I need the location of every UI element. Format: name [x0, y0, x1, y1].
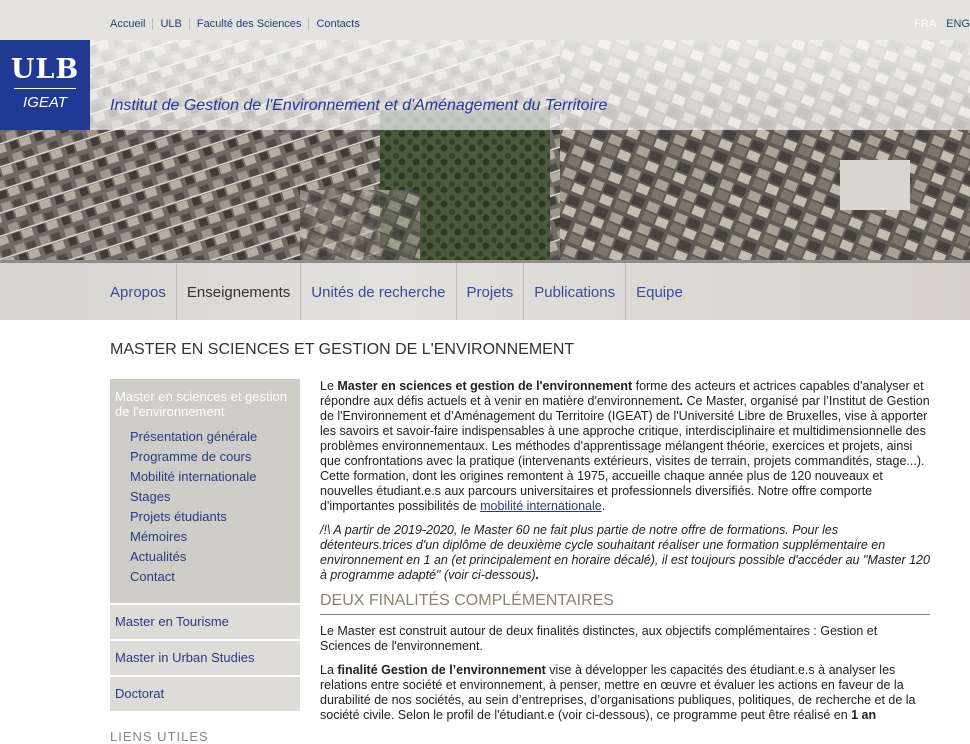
- sidebar-active-section: Master en sciences et gestion de l'envir…: [110, 379, 300, 603]
- logo-divider: [14, 88, 76, 89]
- nav-projets[interactable]: Projets: [455, 263, 524, 320]
- sidebar-sublink-memoires[interactable]: Mémoires: [115, 527, 295, 547]
- top-link-faculte[interactable]: Faculté des Sciences: [188, 18, 309, 30]
- nav-enseignements[interactable]: Enseignements: [175, 263, 300, 320]
- sidebar-sublink-actualites[interactable]: Actualités: [115, 547, 295, 567]
- sidebar-useful-links-heading: LIENS UTILES: [110, 729, 209, 744]
- nav-publications[interactable]: Publications: [523, 263, 625, 320]
- logo-ulb-text: ULB: [10, 54, 80, 85]
- top-link-accueil[interactable]: Accueil: [110, 18, 152, 30]
- nav-unites-de-recherche[interactable]: Unités de recherche: [300, 263, 455, 320]
- intro-text-a: Le: [320, 379, 338, 393]
- finalites-paragraph: Le Master est construit autour de deux f…: [320, 624, 878, 653]
- lang-eng[interactable]: ENG: [936, 18, 970, 30]
- notice-end: .: [535, 568, 540, 582]
- sidebar-item-urban-studies[interactable]: Master in Urban Studies: [110, 641, 300, 675]
- main-content: Le Master en sciences et gestion de l'en…: [320, 379, 930, 732]
- nav-equipe[interactable]: Equipe: [625, 263, 693, 320]
- top-links: Accueil ULB Faculté des Sciences Contact…: [110, 18, 367, 30]
- sidebar: Master en sciences et gestion de l'envir…: [110, 379, 300, 744]
- title-strip: [0, 40, 970, 130]
- notice-text: A partir de 2019-2020, le Master 60 ne f…: [320, 523, 930, 582]
- main-nav: Apropos Enseignements Unités de recherch…: [0, 260, 970, 320]
- sidebar-sublink-presentation[interactable]: Présentation générale: [115, 427, 295, 447]
- lang-fra[interactable]: FRA: [904, 18, 936, 30]
- top-link-ulb[interactable]: ULB: [152, 18, 188, 30]
- header-banner: ULB IGEAT Institut de Gestion de l'Envir…: [0, 40, 970, 260]
- gestion-paragraph: La finalité Gestion de l’environnement v…: [320, 663, 930, 723]
- page-title: MASTER EN SCIENCES ET GESTION DE L'ENVIR…: [110, 341, 575, 358]
- top-link-contacts[interactable]: Contacts: [308, 18, 366, 30]
- intro-master-name: Master en sciences et gestion de l'envir…: [337, 379, 633, 393]
- language-switcher: FRA ENG: [904, 18, 970, 30]
- sidebar-sublink-stages[interactable]: Stages: [115, 487, 295, 507]
- gestion-duration: 1 an: [851, 708, 877, 722]
- nav-apropos[interactable]: Apropos: [110, 263, 176, 320]
- logo-igeat-text: IGEAT: [23, 94, 67, 111]
- notice-paragraph: /!\ A partir de 2019-2020, le Master 60 …: [320, 523, 930, 583]
- gestion-finalite-name: finalité Gestion de l’environnement: [337, 663, 546, 677]
- sidebar-sublink-mobilite[interactable]: Mobilité internationale: [115, 467, 295, 487]
- intro-end: .: [601, 499, 606, 513]
- sidebar-sublink-contact[interactable]: Contact: [115, 567, 295, 587]
- sidebar-item-master-environnement[interactable]: Master en sciences et gestion de l'envir…: [115, 389, 295, 419]
- ulb-igeat-logo[interactable]: ULB IGEAT: [0, 40, 90, 130]
- mobilite-internationale-link[interactable]: mobilité internationale: [480, 499, 602, 513]
- gestion-text-a: La: [320, 663, 338, 677]
- sidebar-item-doctorat[interactable]: Doctorat: [110, 677, 300, 711]
- section-title-finalites: DEUX FINALITÉS COMPLÉMENTAIRES: [320, 592, 930, 615]
- sidebar-sublink-programme[interactable]: Programme de cours: [115, 447, 295, 467]
- top-bar: Accueil ULB Faculté des Sciences Contact…: [0, 0, 970, 40]
- intro-paragraph: Le Master en sciences et gestion de l'en…: [320, 379, 930, 514]
- intro-text-d: Ce Master, organisé par l’Institut de Ge…: [320, 394, 930, 513]
- sidebar-sublink-projets[interactable]: Projets étudiants: [115, 507, 295, 527]
- warning-icon: /!\: [320, 523, 331, 537]
- institute-title: Institut de Gestion de l'Environnement e…: [110, 97, 608, 114]
- sidebar-item-tourisme[interactable]: Master en Tourisme: [110, 605, 300, 639]
